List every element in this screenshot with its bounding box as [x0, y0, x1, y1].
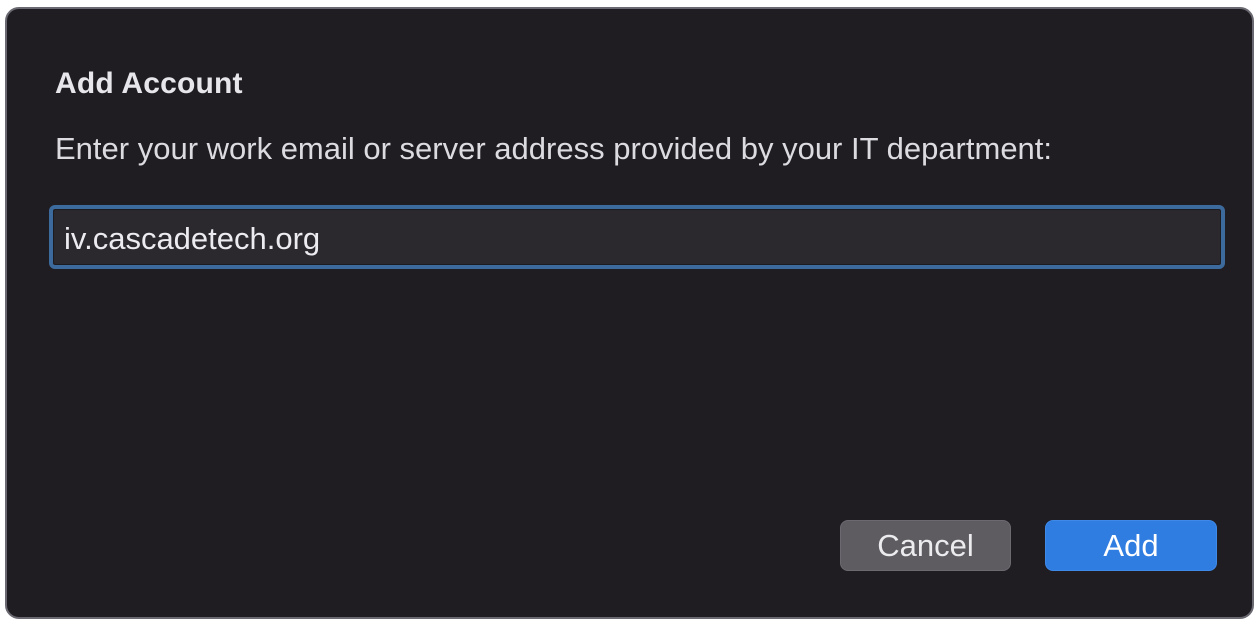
add-account-dialog: Add Account Enter your work email or ser… — [5, 7, 1254, 619]
dialog-prompt: Enter your work email or server address … — [55, 131, 1053, 166]
server-address-field-focus-ring — [49, 205, 1225, 269]
add-button[interactable]: Add — [1045, 520, 1217, 571]
server-address-input[interactable] — [53, 209, 1221, 265]
cancel-button[interactable]: Cancel — [840, 520, 1011, 571]
dialog-title: Add Account — [55, 67, 243, 100]
